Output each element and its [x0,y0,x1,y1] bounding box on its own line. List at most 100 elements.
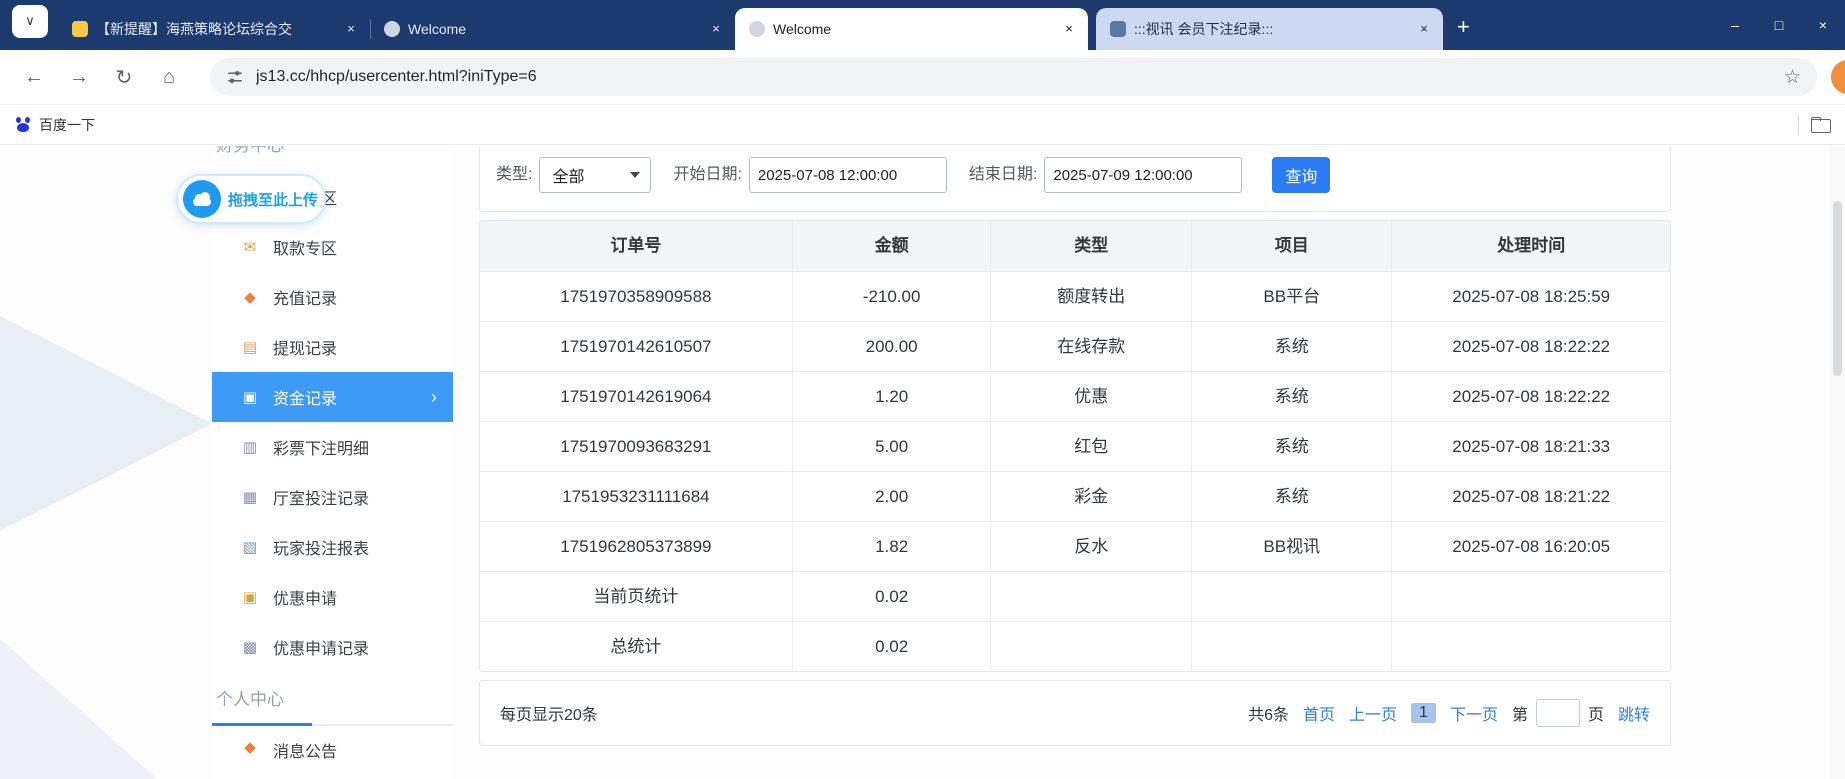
cell-amount: 0.02 [792,572,991,621]
table-row: 1751970142619064 1.20 优惠 系统 2025-07-08 1… [480,371,1670,421]
hall-bet-record-icon: ▦ [241,488,259,506]
baidu-favicon [14,116,32,134]
sidebar-item-withdrawal-zone[interactable]: ✉ 取款专区 [212,222,453,272]
column-header: 金额 [792,221,991,271]
start-date-input[interactable] [749,157,947,193]
cell-time: 2025-07-08 18:25:59 [1391,272,1669,321]
cell-empty [990,572,1191,621]
cell-type: 优惠 [990,372,1191,421]
cell-time: 2025-07-08 18:21:22 [1391,472,1669,521]
sidebar-item-label: 取款专区 [273,235,337,259]
sidebar-item-label: 玩家投注报表 [273,535,369,559]
prev-page-link[interactable]: 上一页 [1349,701,1397,725]
pagination-controls: 共6条 首页 上一页 1 下一页 第 页 跳转 [1234,699,1650,727]
cell-empty [990,622,1191,671]
tab-welcome-active[interactable]: Welcome × [735,8,1088,50]
next-page-link[interactable]: 下一页 [1450,701,1498,725]
site-info-icon[interactable] [226,68,244,86]
cell-amount: -210.00 [792,272,991,321]
player-bet-report-icon: ▧ [241,538,259,556]
cell-order-no: 1751970142610507 [480,322,792,371]
close-window-button[interactable]: × [1801,0,1845,50]
nav-toolbar: ← → ↻ ⌂ js13.cc/hhcp/usercenter.html?ini… [0,50,1845,105]
sidebar-section-personal: 个人中心 [212,685,453,715]
generic-favicon [384,21,400,37]
cell-project: 系统 [1191,372,1392,421]
records-table: 订单号 金额 类型 项目 处理时间 1751970358909588 -210.… [479,220,1671,672]
maximize-button[interactable]: □ [1757,0,1801,50]
sidebar-item-label: 优惠申请 [273,585,337,609]
table-row: 1751970358909588 -210.00 额度转出 BB平台 2025-… [480,271,1670,321]
refresh-icon[interactable]: ↻ [106,59,142,95]
first-page-link[interactable]: 首页 [1303,701,1335,725]
forward-icon[interactable]: → [61,59,97,95]
sidebar-item-funds-records[interactable]: ▣ 资金记录 › [212,372,453,422]
withdraw-record-icon: ▤ [241,338,259,356]
jump-button[interactable]: 跳转 [1618,701,1650,725]
profile-avatar[interactable] [1831,60,1845,94]
url-text[interactable]: js13.cc/hhcp/usercenter.html?iniType=6 [256,68,537,86]
scrollbar-thumb[interactable] [1833,201,1842,376]
sidebar-item-label: 厅室投注记录 [273,485,369,509]
sidebar-item-player-bet-report[interactable]: ▧ 玩家投注报表 [212,522,453,572]
chevron-down-icon: ∨ [25,13,35,29]
sidebar-item-recharge-records[interactable]: ◆ 充值记录 [212,272,453,322]
end-date-input[interactable] [1044,157,1242,193]
sidebar-item-promo-apply-records[interactable]: ▩ 优惠申请记录 [212,622,453,672]
close-tab-icon[interactable]: × [342,20,360,38]
cloud-icon [193,198,211,206]
tab-search-button[interactable]: ∨ [12,5,48,38]
bookmark-star-icon[interactable]: ☆ [1784,66,1801,89]
sidebar-item-lottery-bet-detail[interactable]: ▥ 彩票下注明细 [212,422,453,472]
home-icon[interactable]: ⌂ [151,59,187,95]
tab-welcome-1[interactable]: Welcome × [370,8,735,50]
sidebar-item-label: 消息公告 [273,738,337,762]
back-icon[interactable]: ← [16,59,52,95]
cell-type: 彩金 [990,472,1191,521]
scrollbar-track [1830,146,1845,779]
upload-hint-label: 拖拽至此上传 [228,189,318,210]
sidebar-item-label: 资金记录 [273,385,337,409]
drag-upload-target[interactable]: 拖拽至此上传 [176,174,326,224]
current-page-badge[interactable]: 1 [1411,703,1436,723]
window-controls: – □ × [1713,0,1845,50]
page-content: 拖拽至此上传 财务中心 ▦ 存款专区 ✉ 取款专区 ◆ 充值记录 ▤ [0,146,1845,779]
jump-page-input[interactable] [1536,699,1580,727]
new-tab-button[interactable]: + [1457,14,1470,40]
table-summary-row: 当前页统计 0.02 [480,571,1670,621]
minimize-button[interactable]: – [1713,0,1757,50]
column-header: 订单号 [480,221,792,271]
sidebar: 财务中心 ▦ 存款专区 ✉ 取款专区 ◆ 充值记录 ▤ 提现记录 [212,146,453,779]
tab-video-records[interactable]: :::视讯 会员下注纪录::: × [1096,8,1443,50]
cell-order-no: 1751970142619064 [480,372,792,421]
cell-project: 系统 [1191,322,1392,371]
pagination-bar: 每页显示20条 共6条 首页 上一页 1 下一页 第 页 跳转 [479,680,1671,746]
sidebar-item-announcements[interactable]: ◆ 消息公告 [212,726,453,779]
cell-order-no: 1751962805373899 [480,522,792,571]
tab-title: Welcome [773,21,1052,37]
close-tab-icon[interactable]: × [1415,20,1433,38]
bookmarks-bar: 百度一下 [0,105,1845,145]
cell-time: 2025-07-08 18:21:33 [1391,422,1669,471]
per-page-text: 每页显示20条 [500,701,598,725]
type-select[interactable]: 全部 [539,157,651,193]
cell-order-no: 1751953231111684 [480,472,792,521]
sidebar-item-hall-bet-records[interactable]: ▦ 厅室投注记录 [212,472,453,522]
generic-favicon [749,21,765,37]
other-bookmarks-folder-icon[interactable] [1811,117,1831,133]
search-button[interactable]: 查询 [1272,157,1330,193]
filter-bar: 类型: 全部 开始日期: 结束日期: 查询 [479,146,1671,212]
address-bar[interactable]: js13.cc/hhcp/usercenter.html?iniType=6 ☆ [210,58,1817,96]
cell-type: 反水 [990,522,1191,571]
sidebar-item-withdraw-records[interactable]: ▤ 提现记录 [212,322,453,372]
cell-time: 2025-07-08 16:20:05 [1391,522,1669,571]
bookmark-baidu[interactable]: 百度一下 [14,115,95,135]
funds-record-icon: ▣ [241,388,259,406]
lottery-bet-detail-icon: ▥ [241,438,259,456]
sidebar-item-promo-apply[interactable]: ▣ 优惠申请 [212,572,453,622]
tab-forum[interactable]: 【新提醒】海燕策略论坛综合交 × [58,8,370,50]
close-tab-icon[interactable]: × [1060,20,1078,38]
close-tab-icon[interactable]: × [707,20,725,38]
cell-empty [1191,622,1392,671]
type-label: 类型: [496,157,532,193]
